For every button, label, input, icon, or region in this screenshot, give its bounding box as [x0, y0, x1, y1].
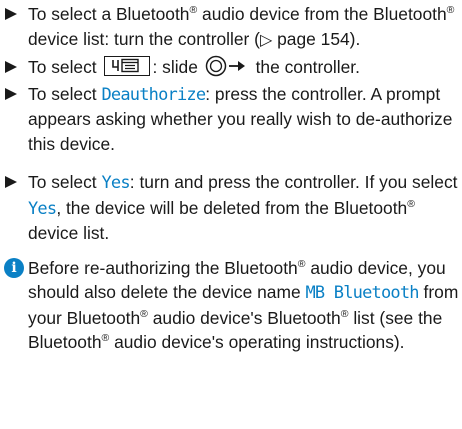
menu-icon: [104, 56, 151, 76]
step-text: the controller.: [250, 57, 360, 77]
yes-menu-term: Yes: [28, 198, 57, 219]
registered-mark: ®: [140, 307, 148, 320]
step-text: To select a Bluetooth: [28, 4, 190, 24]
step-text: To select: [28, 57, 102, 77]
page-reference-link[interactable]: page 154).: [272, 29, 360, 49]
step-text: audio device from the Bluetooth: [197, 4, 447, 24]
deauthorize-menu-term: Deauthorize: [101, 84, 206, 105]
step-select-deauthorize: To select Deauthorize: press the control…: [4, 82, 460, 157]
step-bullet-icon: [5, 61, 17, 73]
step-bullet-icon: [5, 8, 17, 20]
step-text: device list: turn the controller (: [28, 28, 260, 49]
yes-menu-term: Yes: [101, 173, 130, 193]
step-text: , the device will be deleted from the Bl…: [56, 197, 408, 218]
step-select-device: To select a Bluetooth ® audio device from…: [4, 2, 460, 53]
step-select-menu: To select : slide the controller.: [4, 55, 460, 80]
step-text: : slide: [152, 57, 203, 77]
step-select-yes: To select Yes: turn and press the contro…: [4, 170, 460, 246]
note-text: audio device's Bluetooth: [147, 307, 341, 328]
registered-mark: ®: [446, 4, 455, 16]
step-bullet-icon: [5, 176, 17, 188]
step-bullet-icon: [5, 87, 17, 100]
step-text: device list.: [28, 223, 110, 243]
info-icon: i: [4, 257, 24, 278]
page-ref-arrow-icon: ▷: [259, 31, 273, 49]
info-note: i Before re-authorizing the Bluetooth ® a…: [4, 256, 460, 355]
step-text: To select: [28, 83, 102, 104]
note-text: audio device's operating instructions).: [109, 332, 405, 352]
controller-slide-right-icon: [205, 55, 245, 77]
step-text: To select: [28, 172, 102, 192]
mb-bluetooth-term: MB Bluetooth: [305, 283, 419, 303]
step-text: : turn and press the controller. If you …: [129, 172, 458, 192]
manual-page: To select a Bluetooth ® audio device from…: [4, 2, 460, 372]
note-text: Before re-authorizing the Bluetooth: [28, 257, 298, 278]
registered-mark: ®: [407, 197, 415, 210]
